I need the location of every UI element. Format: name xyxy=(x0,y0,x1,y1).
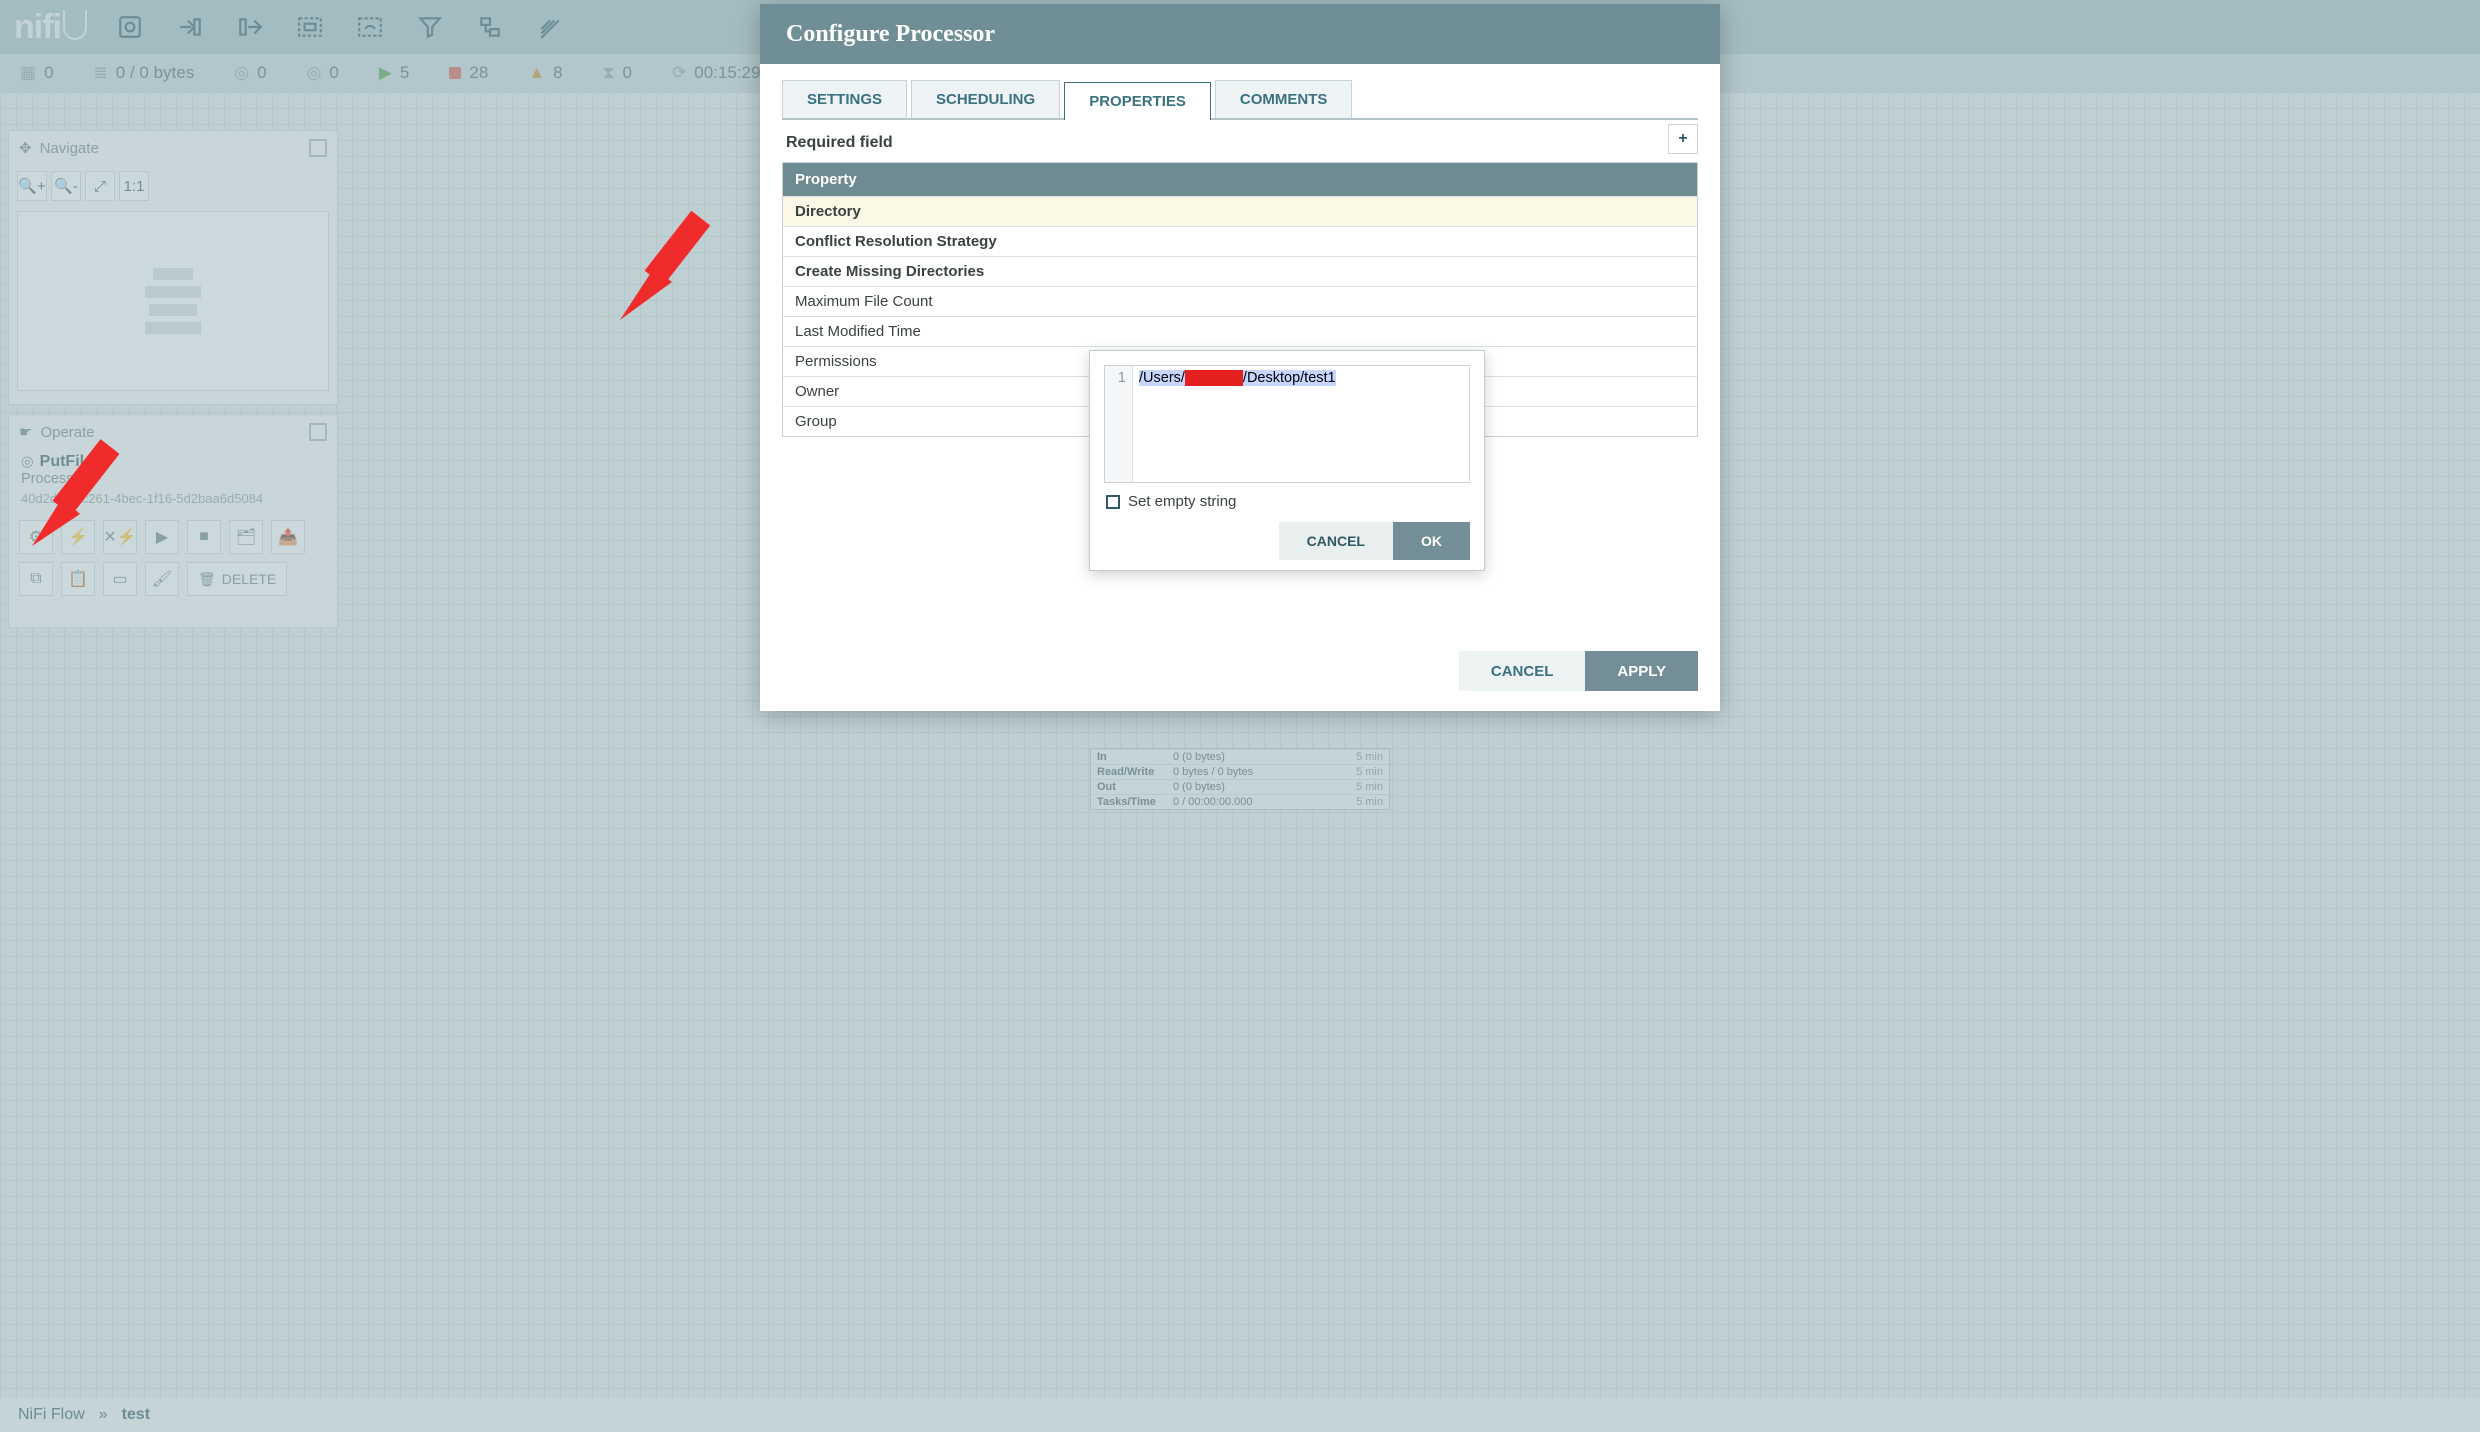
tab-scheduling[interactable]: SCHEDULING xyxy=(911,80,1060,118)
editor-ok-button[interactable]: OK xyxy=(1393,522,1470,560)
property-row-create-dirs[interactable]: Create Missing Directories xyxy=(783,256,1697,286)
tab-settings[interactable]: SETTINGS xyxy=(782,80,907,118)
property-row-max-file-count[interactable]: Maximum File Count xyxy=(783,286,1697,316)
properties-grid: Property Directory Conflict Resolution S… xyxy=(782,162,1698,437)
tab-properties[interactable]: PROPERTIES xyxy=(1064,82,1211,120)
add-property-button[interactable]: + xyxy=(1668,124,1698,154)
grid-header-property: Property xyxy=(783,163,1697,196)
value-text[interactable]: /Users/xxxxxxxx/Desktop/test1 xyxy=(1133,366,1469,482)
property-row-directory[interactable]: Directory xyxy=(783,196,1697,226)
dialog-cancel-button[interactable]: CANCEL xyxy=(1459,651,1586,691)
dialog-title: Configure Processor xyxy=(760,4,1720,64)
tab-comments[interactable]: COMMENTS xyxy=(1215,80,1353,118)
value-textarea[interactable]: 1 /Users/xxxxxxxx/Desktop/test1 xyxy=(1104,365,1470,483)
property-row-conflict[interactable]: Conflict Resolution Strategy xyxy=(783,226,1697,256)
set-empty-string-checkbox[interactable]: Set empty string xyxy=(1106,493,1468,510)
configure-processor-dialog: Configure Processor SETTINGS SCHEDULING … xyxy=(760,4,1720,711)
editor-cancel-button[interactable]: CANCEL xyxy=(1279,522,1393,560)
dialog-tabs: SETTINGS SCHEDULING PROPERTIES COMMENTS xyxy=(782,80,1698,120)
required-field-label: Required field xyxy=(786,134,1698,152)
property-value-editor: 1 /Users/xxxxxxxx/Desktop/test1 Set empt… xyxy=(1089,350,1485,571)
dialog-apply-button[interactable]: APPLY xyxy=(1585,651,1698,691)
checkbox-icon xyxy=(1106,495,1120,509)
property-row-last-modified[interactable]: Last Modified Time xyxy=(783,316,1697,346)
